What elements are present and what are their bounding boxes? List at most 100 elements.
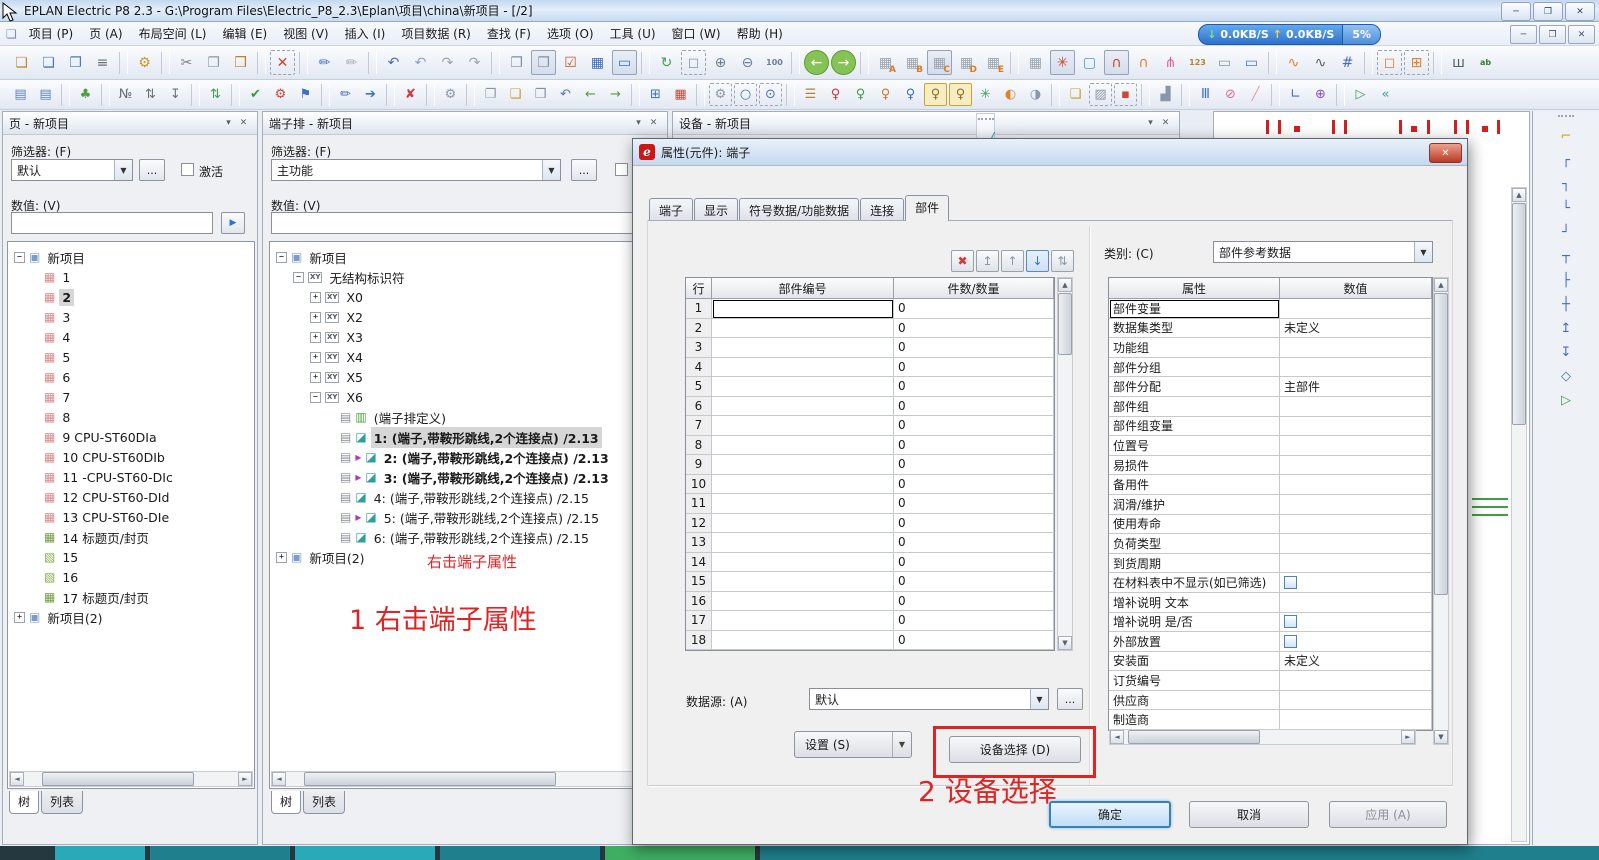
tree-item[interactable]: ▦2 [8, 287, 254, 307]
tree-item[interactable]: ▦4 [8, 327, 254, 347]
menu-item[interactable]: 页 (A) [81, 22, 130, 45]
zoom-area-icon[interactable]: ◻ [681, 50, 706, 75]
part-number-cell[interactable] [712, 611, 894, 631]
edit-device-icon[interactable]: ✏ [334, 83, 357, 106]
move-down-button[interactable]: ↓ [1026, 250, 1049, 272]
row-number-cell[interactable]: 16 [686, 592, 712, 612]
menu-item[interactable]: 查找 (F) [479, 22, 539, 45]
part-number-cell[interactable] [712, 455, 894, 475]
redo-list-icon[interactable]: ↷ [462, 50, 487, 75]
tree-item[interactable]: ▤◪4: (端子,带鞍形跳线,2个连接点) /2.15 [270, 487, 662, 507]
tree-item[interactable]: +▣新项目(2) [8, 607, 254, 627]
signal-tracking-icon[interactable]: ∿ [1281, 50, 1306, 75]
panel-menu-icon[interactable]: ▾ [1143, 116, 1158, 130]
value-checkbox[interactable] [1284, 615, 1297, 628]
branch-node-icon[interactable]: ├ [1555, 269, 1577, 291]
property-name-cell[interactable]: 到货周期 [1109, 554, 1280, 574]
value-checkbox[interactable] [1284, 576, 1297, 589]
panel-menu-icon[interactable]: ▾ [631, 116, 646, 130]
filter-more-button[interactable]: ... [139, 159, 165, 181]
part-number-cell[interactable] [712, 494, 894, 514]
minimize-button[interactable]: ─ [1501, 2, 1531, 21]
message-check-icon[interactable]: ☑ [558, 50, 583, 75]
apply-button[interactable]: 应用 (A) [1329, 801, 1447, 828]
splice-icon[interactable]: « [1374, 83, 1397, 106]
row-number-cell[interactable]: 1 [686, 299, 712, 319]
quantity-cell[interactable]: 0 [894, 592, 1054, 612]
property-value-cell[interactable] [1280, 475, 1432, 495]
property-name-cell[interactable]: 部件分组 [1109, 358, 1280, 378]
parts-table-vscrollbar[interactable]: ▲ ▼ [1057, 277, 1073, 651]
property-value-cell[interactable] [1280, 554, 1432, 574]
expand-icon[interactable]: + [14, 612, 25, 623]
scroll-left-icon[interactable]: ◄ [272, 772, 286, 786]
property-value-cell[interactable] [1280, 436, 1432, 456]
dialog-tab-连接[interactable]: 连接 [860, 198, 904, 221]
connection-symbols-icon[interactable]: ⋔ [1158, 50, 1183, 75]
property-value-cell[interactable] [1280, 495, 1432, 515]
jump-down-icon[interactable]: ↧ [1555, 341, 1577, 363]
toolbar-grip[interactable] [1558, 115, 1574, 121]
parts-cart-icon[interactable]: ш [1446, 50, 1471, 75]
terminals-tree-hscrollbar[interactable]: ◄ ► [271, 771, 661, 787]
panel-close-icon[interactable]: ✕ [1158, 116, 1173, 130]
tree-item[interactable]: ▦7 [8, 387, 254, 407]
revert-icon[interactable]: ↶ [554, 83, 577, 106]
expand-icon[interactable]: + [310, 292, 321, 303]
part-number-cell[interactable] [712, 319, 894, 339]
tree-item[interactable]: ▤◪1: (端子,带鞍形跳线,2个连接点) /2.13 [270, 427, 662, 447]
property-name-cell[interactable]: 润滑/维护 [1109, 495, 1280, 515]
row-number-cell[interactable]: 8 [686, 436, 712, 456]
property-value-cell[interactable] [1280, 573, 1432, 593]
plug-gauge-icon[interactable]: ◐ [999, 83, 1022, 106]
scroll-right-icon[interactable]: ► [238, 772, 252, 786]
connection-point-icon[interactable]: ⊘ [1219, 83, 1242, 106]
copy-format-icon[interactable]: ❐ [479, 83, 502, 106]
dialog-title-bar[interactable]: e 属性(元件): 端子 [633, 139, 1467, 166]
tree-item[interactable]: ▦3 [8, 307, 254, 327]
menu-item[interactable]: 项目 (P) [21, 22, 81, 45]
open-page-icon[interactable]: ❏ [36, 50, 61, 75]
close-button[interactable]: ✕ [1565, 2, 1595, 21]
property-name-cell[interactable]: 安装面 [1109, 652, 1280, 672]
part-number-cell[interactable] [712, 436, 894, 456]
property-value-cell[interactable] [1280, 299, 1432, 319]
translate-ab-icon[interactable]: ab [1473, 50, 1498, 75]
devices-panel-header[interactable]: 设备 - 新项目 ▾ ✕ [673, 112, 1179, 135]
part-number-cell[interactable] [712, 592, 894, 612]
part-number-cell[interactable] [712, 514, 894, 534]
scroll-up-icon[interactable]: ▲ [1512, 188, 1526, 202]
row-number-cell[interactable]: 6 [686, 397, 712, 417]
tree-item[interactable]: −XYX6 [270, 387, 662, 407]
signal-all-icon[interactable]: ∿ [1308, 50, 1333, 75]
grid-view-icon[interactable]: ▦ [585, 50, 610, 75]
property-name-cell[interactable]: 使用寿命 [1109, 515, 1280, 535]
symbol-circle-icon[interactable]: ○ [734, 83, 757, 106]
tree-item[interactable]: +XYX3 [270, 327, 662, 347]
break-point-icon[interactable]: ◇ [1555, 365, 1577, 387]
panel-close-icon[interactable]: ✕ [646, 116, 661, 130]
menu-item[interactable]: 视图 (V) [275, 22, 336, 45]
angle-tool-icon[interactable]: ∟ [1284, 83, 1307, 106]
quantity-cell[interactable]: 0 [894, 494, 1054, 514]
chevron-down-icon[interactable]: ▼ [1030, 689, 1048, 709]
quantity-cell[interactable]: 0 [894, 397, 1054, 417]
terminal-define-icon[interactable]: ♀ [924, 83, 947, 106]
corner-tr-icon[interactable]: ┐ [1555, 173, 1577, 195]
row-number-cell[interactable]: 13 [686, 533, 712, 553]
design-mode-icon[interactable]: ▢ [1077, 50, 1102, 75]
terminal-chain-icon[interactable]: ✳ [974, 83, 997, 106]
dialog-close-button[interactable]: ✕ [1429, 143, 1462, 163]
row-number-cell[interactable]: 12 [686, 514, 712, 534]
tree-item[interactable]: +XYX2 [270, 307, 662, 327]
property-value-cell[interactable] [1280, 358, 1432, 378]
tree-item[interactable]: ▤▸◪3: (端子,带鞍形跳线,2个连接点) /2.13 [270, 467, 662, 487]
move-first-button[interactable]: ↥ [976, 250, 999, 272]
undo-icon[interactable]: ↶ [408, 50, 433, 75]
interruption-icon[interactable]: ▷ [1555, 389, 1577, 411]
quantity-cell[interactable]: 0 [894, 436, 1054, 456]
table-add-icon[interactable]: ⊞ [644, 83, 667, 106]
edit-cable-box-icon[interactable]: ▭ [1239, 50, 1264, 75]
tree-item[interactable]: +XYX0 [270, 287, 662, 307]
window-split-icon[interactable]: ❐ [531, 50, 556, 75]
